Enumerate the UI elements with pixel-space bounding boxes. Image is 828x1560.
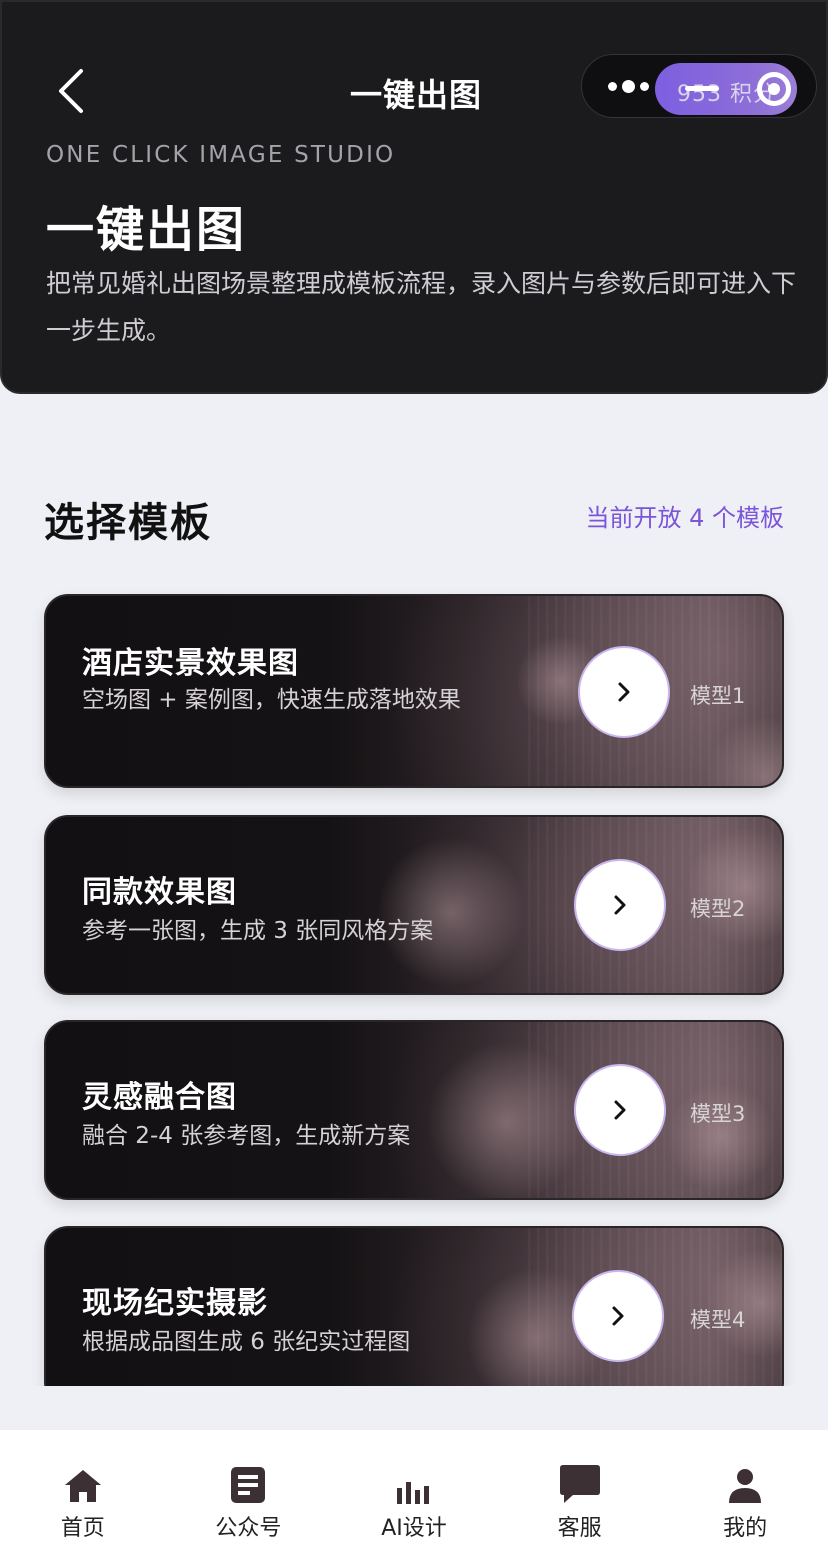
card-subtitle: 参考一张图，生成 3 张同风格方案 xyxy=(82,918,434,944)
card-title: 酒店实景效果图 xyxy=(82,646,299,681)
template-card-2[interactable]: 同款效果图 参考一张图，生成 3 张同风格方案 模型2 xyxy=(44,815,784,995)
art-bloom xyxy=(376,837,526,987)
tab-home[interactable]: 首页 xyxy=(0,1430,166,1560)
open-template-button[interactable] xyxy=(572,1270,664,1362)
page-title: 一键出图 xyxy=(46,202,247,258)
template-list: 酒店实景效果图 空场图 + 案例图，快速生成落地效果 模型1 同款效果图 参考一… xyxy=(0,580,828,1386)
more-menu-button[interactable] xyxy=(604,71,652,101)
chevron-right-icon xyxy=(612,1306,624,1326)
minimize-icon[interactable] xyxy=(685,86,719,91)
tab-label: AI设计 xyxy=(381,1516,447,1541)
open-template-button[interactable] xyxy=(578,646,670,738)
card-title: 现场纪实摄影 xyxy=(82,1286,268,1321)
nav-title: 一键出图 xyxy=(349,76,482,114)
bar-chart-icon xyxy=(392,1460,436,1504)
open-template-button[interactable] xyxy=(574,1064,666,1156)
card-title: 灵感融合图 xyxy=(82,1080,237,1115)
open-template-button[interactable] xyxy=(574,859,666,951)
close-circle-icon[interactable] xyxy=(757,72,791,106)
mini-program-capsule: 953 积分 xyxy=(581,54,817,118)
home-icon xyxy=(61,1460,105,1504)
page-description: 把常见婚礼出图场景整理成模板流程，录入图片与参数后即可进入下一步生成。 xyxy=(46,269,797,345)
eyebrow-label: ONE CLICK IMAGE STUDIO xyxy=(46,142,396,168)
more-dot xyxy=(639,81,649,91)
chat-icon xyxy=(558,1460,602,1504)
article-icon xyxy=(226,1460,270,1504)
chevron-right-icon xyxy=(618,682,630,702)
points-badge[interactable]: 953 积分 xyxy=(655,63,797,115)
template-card-4[interactable]: 现场纪实摄影 根据成品图生成 6 张纪实过程图 模型4 xyxy=(44,1226,784,1386)
more-dots-icon xyxy=(607,81,617,91)
user-icon xyxy=(723,1460,767,1504)
card-title: 同款效果图 xyxy=(82,875,237,910)
more-dot xyxy=(621,79,635,93)
card-model-label: 模型4 xyxy=(690,1308,746,1332)
chevron-right-icon xyxy=(614,1100,626,1120)
section-title: 选择模板 xyxy=(44,500,212,546)
tab-profile[interactable]: 我的 xyxy=(662,1430,828,1560)
hero-header: 一键出图 953 积分 ONE CLICK IMAGE STUDIO 一键出图 … xyxy=(0,0,828,394)
tab-customer-service[interactable]: 客服 xyxy=(497,1430,663,1560)
tab-ai-design[interactable]: AI设计 xyxy=(331,1430,497,1560)
tab-label: 客服 xyxy=(557,1516,602,1541)
card-subtitle: 融合 2-4 张参考图，生成新方案 xyxy=(82,1123,411,1149)
tab-label: 首页 xyxy=(60,1516,105,1541)
card-model-label: 模型1 xyxy=(690,684,746,708)
card-subtitle: 根据成品图生成 6 张纪实过程图 xyxy=(82,1329,411,1355)
template-card-3[interactable]: 灵感融合图 融合 2-4 张参考图，生成新方案 模型3 xyxy=(44,1020,784,1200)
tab-label: 我的 xyxy=(723,1516,768,1541)
template-count: 当前开放 4 个模板 xyxy=(585,504,784,532)
bottom-tab-bar: 首页 公众号 AI设计 客服 我的 xyxy=(0,1430,828,1560)
back-button[interactable] xyxy=(46,64,96,118)
card-model-label: 模型3 xyxy=(690,1102,746,1126)
chevron-right-icon xyxy=(614,895,626,915)
tab-label: 公众号 xyxy=(215,1516,282,1541)
tab-official-account[interactable]: 公众号 xyxy=(166,1430,332,1560)
template-card-1[interactable]: 酒店实景效果图 空场图 + 案例图，快速生成落地效果 模型1 xyxy=(44,594,784,788)
card-model-label: 模型2 xyxy=(690,897,746,921)
card-subtitle: 空场图 + 案例图，快速生成落地效果 xyxy=(82,687,461,713)
chevron-left-icon xyxy=(59,69,83,113)
